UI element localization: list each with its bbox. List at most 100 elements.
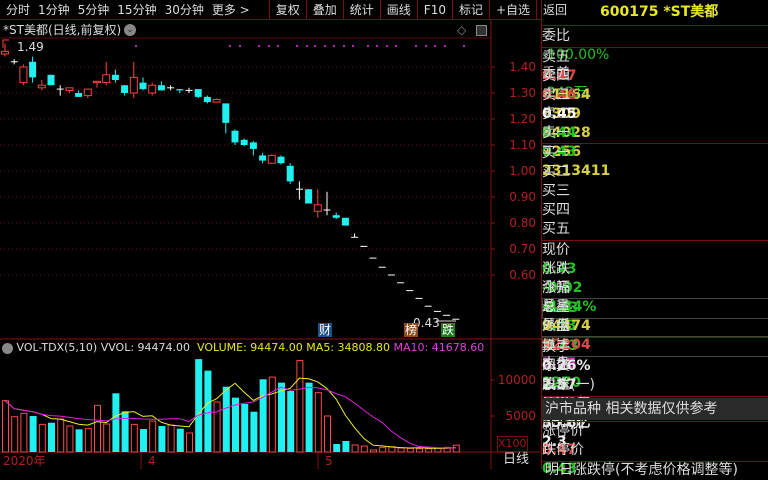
- price-tick-label: 0.90: [509, 190, 536, 204]
- toolbar-button-2[interactable]: 统计: [344, 0, 380, 20]
- event-dot: [306, 45, 308, 47]
- label: 卖一: [542, 125, 570, 141]
- volume-bar: [416, 448, 423, 453]
- label: 涨停价: [542, 423, 584, 439]
- candle-body: [313, 204, 322, 212]
- date-label: 5: [325, 454, 333, 468]
- volume-bar: [20, 412, 28, 453]
- panel-toggle-icon[interactable]: [476, 25, 487, 36]
- ask-row[interactable]: 卖二 0.44 7256: [542, 105, 768, 160]
- bid-row[interactable]: 买二: [542, 163, 768, 182]
- dropdown-icon[interactable]: [2, 342, 13, 354]
- volume-bar: [250, 411, 258, 452]
- label: 外盘: [542, 318, 570, 334]
- candle: [240, 138, 248, 147]
- candle-body: [203, 96, 211, 103]
- divider: [542, 25, 768, 26]
- candle-body: [121, 85, 129, 93]
- period-tab-5[interactable]: 更多 >: [208, 0, 254, 20]
- bid-row[interactable]: 买三: [542, 182, 768, 201]
- finance-row: 收益(一)0.047PE(动)2.3: [542, 376, 768, 450]
- period-tab-4[interactable]: 30分钟: [161, 0, 208, 20]
- period-tab-3[interactable]: 15分钟: [113, 0, 160, 20]
- badge-1[interactable]: 榜: [404, 323, 419, 337]
- dropdown-icon[interactable]: ⌄: [124, 24, 136, 36]
- volume-bar: [130, 423, 138, 453]
- label: 卖四: [542, 68, 570, 84]
- price-tick-label: 0.60: [509, 268, 536, 282]
- candle-body: [65, 87, 74, 91]
- ask-row[interactable]: 卖三 0.45 34028: [542, 86, 768, 141]
- stat-row: 涨跌 -0.02 最高 0.43: [542, 260, 768, 334]
- toolbar-button-3[interactable]: 画线: [381, 0, 417, 20]
- volume-bar: [268, 376, 276, 453]
- high-price-label: 1.49: [17, 40, 44, 54]
- label: 跌停价: [542, 442, 584, 458]
- period-tab-2[interactable]: 5分钟: [74, 0, 114, 20]
- kline-chart[interactable]: 1.40 1.30 1.20 1.10 1.00 0.90 0.80 0.70 0.60 1000…: [0, 0, 541, 469]
- limit-row: 跌停价 0.43: [542, 441, 768, 477]
- candle-body: [286, 165, 294, 182]
- badge-2[interactable]: 跌: [441, 323, 456, 337]
- event-dot: [268, 45, 270, 47]
- candle: [194, 89, 202, 99]
- volume-bar: [140, 429, 147, 452]
- candle-body: [240, 139, 248, 145]
- candle: [332, 212, 340, 220]
- bid-row[interactable]: 买一: [542, 144, 768, 163]
- volume-bar: [38, 423, 46, 453]
- volume-bar: [158, 426, 166, 452]
- toolbar-button-6[interactable]: +自选: [490, 0, 536, 20]
- finance-row: 净资2.57流通35.8亿: [542, 357, 768, 431]
- volume-bar: [425, 448, 433, 453]
- label: 买五: [542, 221, 570, 237]
- candle: [267, 154, 276, 164]
- kline-panel[interactable]: 1.40 1.30 1.20 1.10 1.00 0.90 0.80 0.70 0.60 1000…: [0, 0, 567, 469]
- ask-row[interactable]: 卖一 0.43 2313411: [542, 124, 768, 179]
- toolbar-button-4[interactable]: F10: [418, 0, 452, 20]
- badge-0[interactable]: 财: [318, 323, 333, 337]
- candle-body: [19, 66, 28, 84]
- event-dot: [324, 45, 326, 47]
- candle-body: [29, 61, 37, 78]
- stat-row: 外盘 92204 内盘 2270: [542, 317, 768, 391]
- candle: [111, 69, 119, 83]
- candle-body: [47, 74, 55, 86]
- bid-row[interactable]: 买五: [542, 220, 768, 239]
- candle: [351, 233, 359, 238]
- candle: [286, 163, 294, 184]
- label: 换手: [542, 339, 570, 355]
- ask-row[interactable]: 卖五 0.47 61164: [542, 48, 768, 103]
- volume-header: VOL-TDX(5,10) VVOL: 94474.00 VOLUME: 944…: [2, 341, 484, 355]
- volume-bar: [397, 447, 405, 453]
- bid-row[interactable]: 买四: [542, 201, 768, 220]
- ask-row[interactable]: 卖四 0.46 6309: [542, 67, 768, 122]
- chart-title: *ST美都(日线,前复权): [3, 23, 122, 37]
- candle-body: [176, 89, 184, 91]
- label: 净资: [542, 358, 570, 374]
- period-tab-0[interactable]: 分时: [2, 0, 34, 20]
- label: 现价: [542, 242, 570, 258]
- finance-row: 换手0.26%股本35.8亿: [542, 338, 768, 412]
- candle: [19, 64, 28, 86]
- date-label: 2020年: [3, 454, 46, 468]
- candle-body: [332, 215, 340, 218]
- label: 卖二: [542, 106, 570, 122]
- candle: [65, 87, 74, 93]
- label: 涨跌: [542, 261, 570, 277]
- period-label[interactable]: 日线: [503, 453, 529, 467]
- label: 收益(一): [542, 377, 595, 393]
- toolbar-button-5[interactable]: 标记: [453, 0, 489, 20]
- toolbar-button-0[interactable]: 复权: [270, 0, 306, 20]
- candle-body: [249, 142, 257, 149]
- volume-bar: [452, 444, 460, 453]
- diamond-icon[interactable]: ◇: [457, 23, 466, 37]
- candle: [167, 85, 175, 91]
- candle: [157, 81, 165, 91]
- candle-body: [277, 156, 285, 164]
- period-tab-1[interactable]: 1分钟: [34, 0, 74, 20]
- candle: [212, 98, 221, 103]
- volume-bar: [204, 370, 212, 452]
- toolbar-button-1[interactable]: 叠加: [307, 0, 343, 20]
- event-dot: [395, 45, 397, 47]
